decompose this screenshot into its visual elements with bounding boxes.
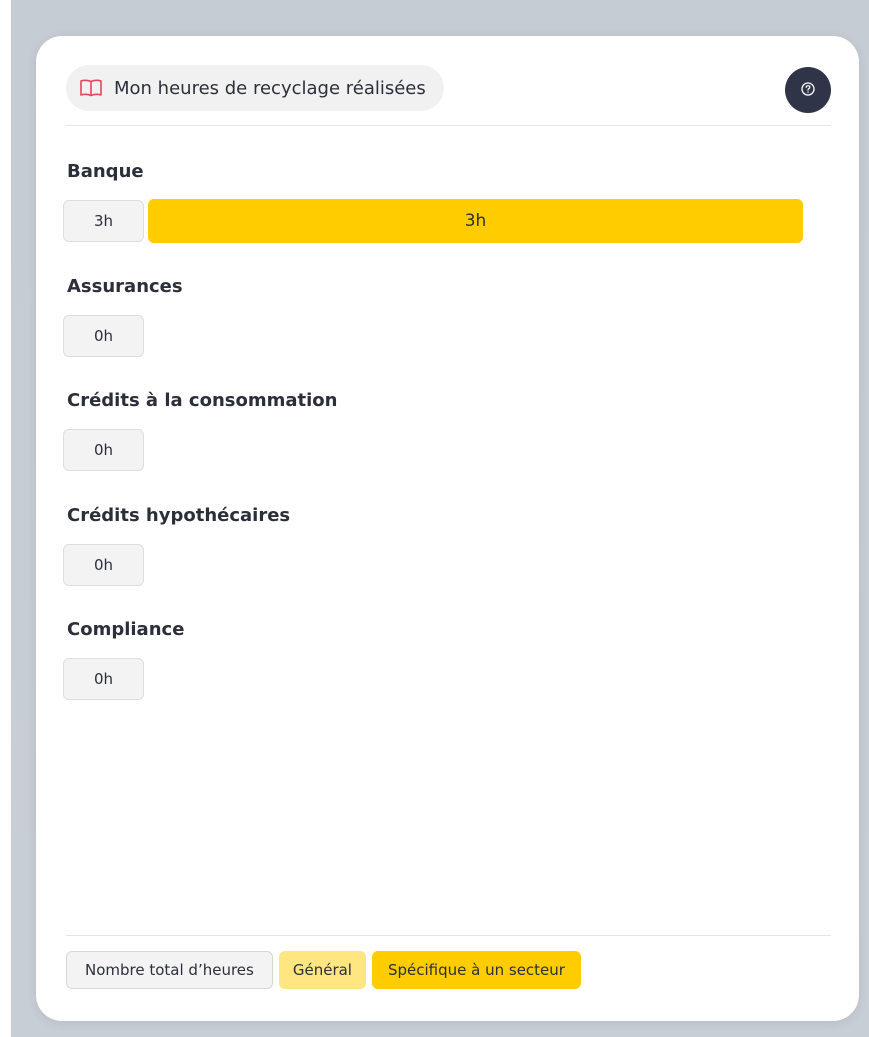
help-button[interactable] [785, 67, 831, 113]
sector-total-hours: 3h [63, 200, 144, 242]
legend: Nombre total d’heures Général Spécifique… [66, 951, 581, 989]
specific-hours-bar: 3h [148, 199, 803, 243]
sector-bar-row: 0h [63, 657, 803, 701]
book-open-icon [80, 79, 102, 97]
sector-total-hours: 0h [63, 543, 144, 586]
legend-specific: Spécifique à un secteur [371, 951, 581, 989]
header-divider [66, 125, 831, 126]
sector-label: Assurances [67, 275, 183, 297]
sector-bar-track [148, 314, 803, 358]
sector-total-hours: 0h [63, 658, 144, 700]
sector-list: Banque 3h 3h Assurances 0h Crédits à la … [63, 160, 803, 733]
sector-credits-hypothecaires: Crédits hypothécaires 0h [63, 504, 803, 619]
legend-general: Général [278, 951, 366, 989]
sector-banque: Banque 3h 3h [63, 160, 803, 275]
sector-label: Banque [67, 161, 144, 182]
sector-bar-row: 0h [63, 314, 803, 358]
sector-credits-consommation: Crédits à la consommation 0h [63, 389, 803, 504]
sector-compliance: Compliance 0h [63, 618, 803, 733]
sector-bar-row: 0h [63, 428, 803, 472]
sector-bar-track: 3h [148, 199, 803, 243]
sector-label: Compliance [67, 619, 185, 640]
sector-label: Crédits hypothécaires [67, 504, 291, 526]
specific-hours-label: 3h [464, 211, 487, 231]
sector-bar-track [148, 543, 803, 587]
question-circle-icon [801, 81, 815, 100]
sector-total-hours: 0h [63, 429, 144, 471]
sector-bar-row: 0h [63, 543, 803, 587]
sector-label: Crédits à la consommation [67, 390, 338, 411]
sector-total-hours: 0h [63, 314, 144, 357]
recycling-hours-card: Mon heures de recyclage réalisées Banque… [36, 36, 859, 1021]
legend-total-hours: Nombre total d’heures [66, 951, 273, 989]
card-title: Mon heures de recyclage réalisées [114, 77, 426, 99]
sector-bar-track [148, 428, 803, 472]
sector-bar-track [148, 657, 803, 701]
card-title-pill: Mon heures de recyclage réalisées [66, 65, 444, 111]
footer-divider [66, 935, 831, 936]
sector-assurances: Assurances 0h [63, 275, 803, 390]
sector-bar-row: 3h 3h [63, 199, 803, 243]
